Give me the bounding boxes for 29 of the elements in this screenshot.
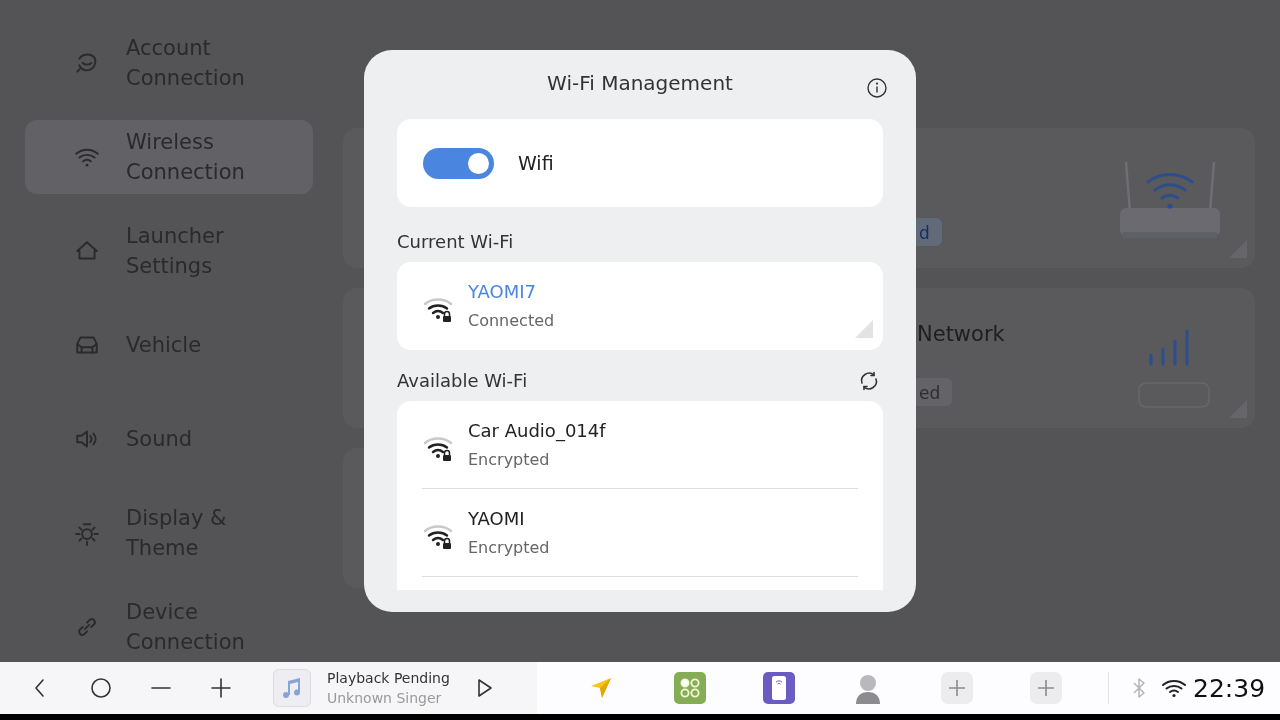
network-row[interactable]: Car Audio_014f Encrypted — [422, 401, 858, 489]
album-art-thumbnail[interactable] — [273, 669, 311, 707]
toggle-label: Wifi — [518, 152, 554, 174]
network-name: YAOMI7 — [468, 280, 538, 304]
sun-icon — [74, 520, 100, 546]
network-row[interactable]: YAOMI Encrypted — [422, 489, 858, 577]
track-artist: Unknown Singer — [327, 689, 443, 708]
network-status: Encrypted — [468, 536, 550, 559]
plus-icon[interactable] — [209, 676, 233, 700]
section-heading: Available Wi-Fi — [397, 369, 528, 393]
network-status: Connected — [468, 310, 555, 332]
circles-app-icon[interactable] — [673, 672, 706, 704]
phone-app-icon[interactable] — [762, 672, 795, 704]
wifi-icon — [1161, 677, 1187, 699]
dialog-title: Wi-Fi Management — [547, 70, 733, 95]
track-title: Playback Pending — [327, 669, 450, 688]
card-title: Network — [917, 321, 1005, 348]
section-heading: Current Wi-Fi — [397, 230, 514, 254]
corner-mark-icon — [855, 320, 873, 338]
wifi-toggle[interactable] — [423, 147, 494, 179]
network-status: Encrypted — [468, 448, 551, 471]
network-name: YAOMI — [468, 506, 526, 531]
sidebar-item[interactable]: Wireless Connection — [25, 120, 313, 194]
network-name: Car Audio_014f — [468, 418, 606, 443]
bluetooth-icon — [1131, 677, 1147, 699]
refresh-icon[interactable] — [858, 370, 880, 392]
info-icon[interactable] — [866, 77, 888, 99]
clock: 22:39 — [1193, 673, 1266, 703]
home-circle-icon[interactable] — [89, 676, 113, 700]
